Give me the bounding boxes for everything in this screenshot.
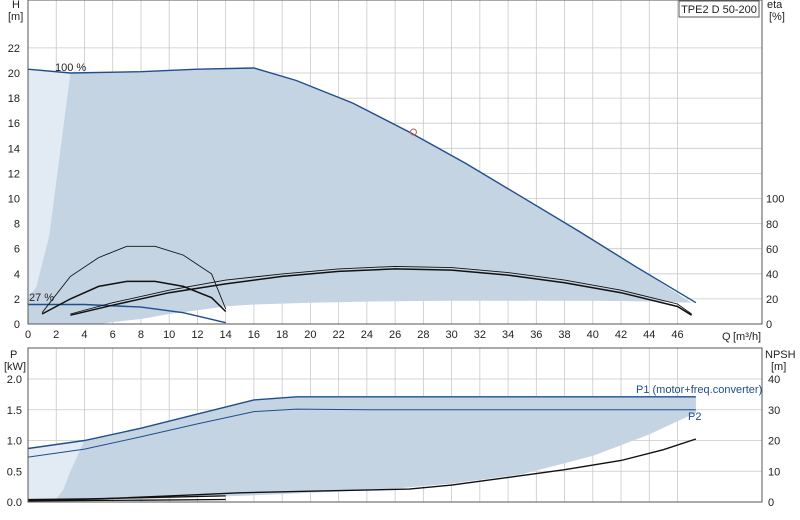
operating-areas [28,68,696,501]
flow-tick-34: 34 [502,329,514,341]
eta-tick-20: 20 [766,294,778,306]
flow-tick-18: 18 [276,329,288,341]
flow-tick-38: 38 [558,329,570,341]
eta-tick-60: 60 [766,244,778,256]
npsh-tick-30: 30 [768,405,780,417]
max-curve-annotation: 100 % [55,62,86,74]
flow-tick-26: 26 [389,329,401,341]
head-tick-8: 8 [14,219,20,231]
npsh-tick-10: 10 [768,466,780,478]
head-tick-20: 20 [8,68,20,80]
flow-tick-20: 20 [304,329,316,341]
eta-axis-unit: [%] [769,11,785,23]
flow-axis-label: Q [722,331,731,343]
flow-tick-30: 30 [445,329,457,341]
flow-tick-2: 2 [53,329,59,341]
flow-tick-24: 24 [361,329,373,341]
flow-tick-40: 40 [587,329,599,341]
head-tick-18: 18 [8,93,20,105]
min-curve-annotation: 27 % [29,292,54,304]
flow-tick-22: 22 [333,329,345,341]
flow-tick-46: 46 [671,329,683,341]
flow-tick-0: 0 [25,329,31,341]
npsh-tick-20: 20 [768,436,780,448]
flow-tick-12: 12 [191,329,203,341]
head-tick-6: 6 [14,244,20,256]
power-tick-2.0: 2.0 [7,374,22,386]
head-tick-22: 22 [8,43,20,55]
flow-tick-16: 16 [248,329,260,341]
head-axis-label: H [12,0,20,11]
flow-tick-44: 44 [643,329,655,341]
pump-curve-chart: 0 2 4 6 8 10 12 14 16 18 20 22 24 26 28 30 32 34 36 38 40 42 4… [0,0,800,520]
head-tick-0: 0 [14,319,20,331]
chart-title: TPE2 D 50-200 [681,4,757,16]
flow-tick-42: 42 [615,329,627,341]
npsh-axis-unit: [m] [771,361,786,373]
flow-tick-32: 32 [474,329,486,341]
flow-axis-unit: [m³/h] [733,331,761,343]
flow-tick-10: 10 [163,329,175,341]
head-tick-16: 16 [8,118,20,130]
eta-tick-40: 40 [766,269,778,281]
eta-axis-label: eta [767,0,783,11]
npsh-tick-40: 40 [768,374,780,386]
head-tick-2: 2 [14,294,20,306]
head-tick-12: 12 [8,168,20,180]
power-tick-1.0: 1.0 [7,436,22,448]
head-tick-10: 10 [8,194,20,206]
power-axis-label: P [10,349,17,361]
eta-tick-100: 100 [766,194,784,206]
power-operating-area [28,396,696,501]
npsh-tick-0: 0 [768,497,774,509]
head-tick-14: 14 [8,143,20,155]
flow-tick-28: 28 [417,329,429,341]
head-axis-unit: [m] [8,11,23,23]
p2-series-label: P2 [688,411,701,423]
flow-tick-6: 6 [110,329,116,341]
p1-series-label: P1 (motor+freq.converter) [636,384,762,396]
power-tick-0.5: 0.5 [7,466,22,478]
power-tick-0.0: 0.0 [7,497,22,509]
flow-tick-4: 4 [81,329,87,341]
pump-curve-svg: 0 2 4 6 8 10 12 14 16 18 20 22 24 26 28 30 32 34 36 38 40 42 4… [4,0,796,509]
eta-tick-80: 80 [766,219,778,231]
head-tick-4: 4 [14,269,20,281]
flow-tick-36: 36 [530,329,542,341]
eta-tick-0: 0 [766,319,772,331]
power-axis-unit: [kW] [4,361,26,373]
flow-tick-8: 8 [138,329,144,341]
flow-tick-14: 14 [220,329,232,341]
npsh-axis-label: NPSH [765,349,796,361]
power-tick-1.5: 1.5 [7,405,22,417]
